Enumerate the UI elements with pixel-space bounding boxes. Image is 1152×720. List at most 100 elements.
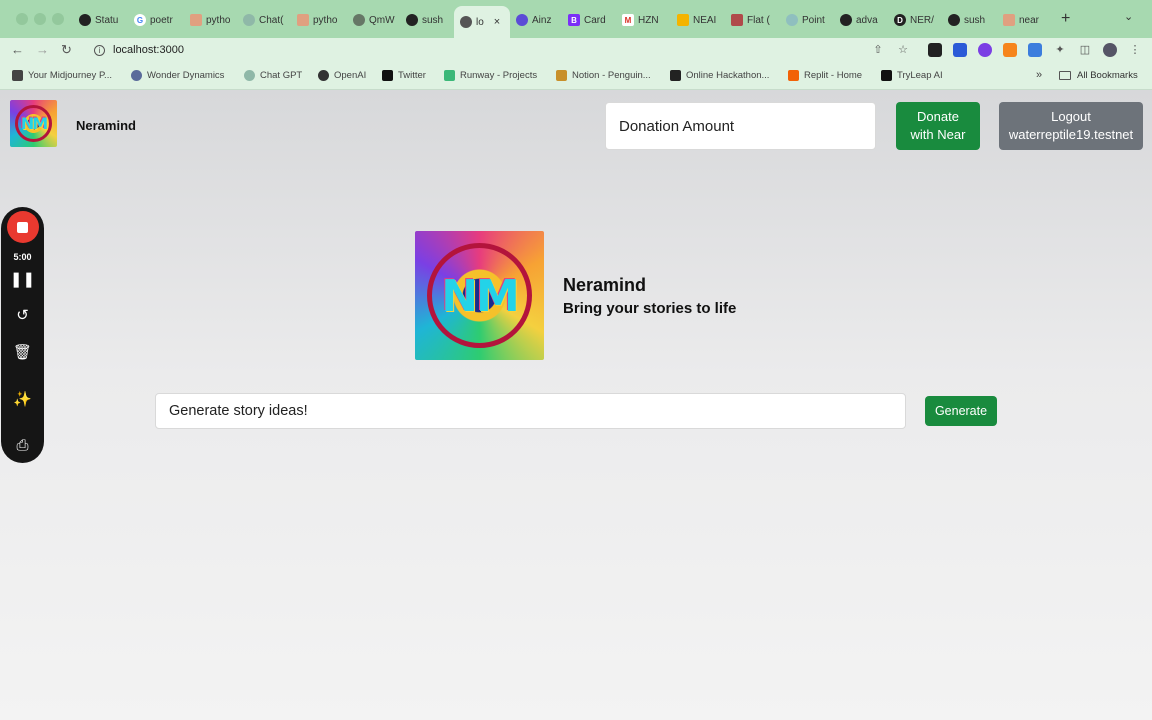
browser-tab[interactable]: adva (840, 8, 886, 32)
bookmark-favicon-icon (131, 70, 142, 81)
share-icon[interactable]: ⇧ (871, 43, 885, 57)
bookmark-favicon-icon (244, 70, 255, 81)
logo-monogram: NM (441, 271, 520, 322)
logout-button[interactable]: Logout waterreptile19.testnet (999, 102, 1143, 150)
window-minimize-control[interactable] (34, 13, 46, 25)
bookmark-item[interactable]: Wonder Dynamics (131, 70, 224, 81)
all-bookmarks-label: All Bookmarks (1077, 70, 1138, 81)
note-icon (677, 14, 689, 26)
hero-logo-image: NM (415, 231, 544, 360)
bookmark-label: Notion - Penguin... (572, 70, 651, 81)
tab-label: sush (422, 14, 444, 26)
donate-label-line1: Donate (917, 109, 959, 124)
app-page: NM Neramind Donate with Near Logout wate… (0, 90, 1152, 720)
trash-icon[interactable]: 🗑 (1, 344, 44, 362)
screen-recorder-toolbar: 5:00 ❚❚ ↺ 🗑 ✨ ⎙ (1, 207, 44, 463)
tab-search-chevron-icon[interactable]: ⌄ (1124, 10, 1133, 23)
browser-tab[interactable]: D NER/ (894, 8, 940, 32)
github-icon (79, 14, 91, 26)
window-close-control[interactable] (16, 13, 28, 25)
browser-tab[interactable]: sush (948, 8, 994, 32)
neramind-logo[interactable]: NM (10, 100, 57, 147)
browser-tab[interactable]: Flat ( (731, 8, 775, 32)
bookmark-item[interactable]: Replit - Home (788, 70, 862, 81)
donate-with-near-button[interactable]: Donate with Near (896, 102, 980, 150)
brand-name[interactable]: Neramind (76, 118, 136, 133)
chatgpt-icon (243, 14, 255, 26)
github-icon (840, 14, 852, 26)
more-bookmarks-chevron-icon[interactable]: » (1036, 69, 1042, 81)
browser-tab[interactable]: Point (786, 8, 830, 32)
forward-arrow-icon[interactable]: → (36, 42, 49, 57)
bookmark-item[interactable]: Online Hackathon... (670, 70, 769, 81)
recording-timer: 5:00 (13, 252, 32, 262)
browser-tab[interactable]: G poetr (134, 8, 180, 32)
browser-tab[interactable]: Statu (79, 8, 125, 32)
new-tab-button[interactable]: + (1061, 10, 1070, 28)
tab-label: NEAI (693, 14, 717, 26)
bookmark-item[interactable]: TryLeap AI (881, 70, 943, 81)
metamask-icon[interactable] (1003, 43, 1017, 57)
bookmark-favicon-icon (788, 70, 799, 81)
browser-tab[interactable]: M HZN (622, 8, 666, 32)
all-bookmarks-button[interactable]: All Bookmarks (1059, 70, 1138, 81)
bookmark-star-icon[interactable]: ☆ (896, 43, 910, 57)
close-tab-icon[interactable]: × (494, 16, 500, 28)
bookmark-label: Wonder Dynamics (147, 70, 225, 81)
tab-label: HZN (638, 14, 659, 26)
browser-tab-strip: Statu G poetr pytho Chat( pytho QmW sush… (0, 0, 1152, 38)
reload-icon[interactable]: ↻ (61, 42, 72, 58)
extensions-puzzle-icon[interactable]: ✦ (1053, 43, 1067, 57)
page-icon (190, 14, 202, 26)
bookmark-item[interactable]: Runway - Projects (444, 70, 537, 81)
browser-tab[interactable]: NEAI (677, 8, 721, 32)
bookmark-label: OpenAI (334, 70, 367, 81)
page-icon (1003, 14, 1015, 26)
pause-icon[interactable]: ❚❚ (1, 271, 44, 289)
draw-effects-icon[interactable]: ✨ (1, 391, 44, 409)
github-icon (948, 14, 960, 26)
browser-menu-icon[interactable]: ⋮ (1128, 43, 1142, 57)
bookmark-favicon-icon (444, 70, 455, 81)
extension-blue-icon[interactable] (953, 43, 967, 57)
back-arrow-icon[interactable]: ← (11, 42, 24, 57)
folder-icon (1059, 71, 1071, 80)
story-prompt-input[interactable] (155, 393, 906, 429)
window-zoom-control[interactable] (52, 13, 64, 25)
browser-tab[interactable]: sush (406, 8, 452, 32)
browser-tab[interactable]: B Card (568, 8, 612, 32)
address-bar[interactable]: i localhost:3000 (84, 40, 914, 60)
site-info-icon[interactable]: i (94, 44, 105, 56)
bookmark-item[interactable]: Chat GPT (244, 70, 302, 81)
gmail-icon: M (622, 14, 634, 26)
record-stop-icon (6, 211, 39, 243)
tab-label: QmW (369, 14, 395, 26)
browser-tab[interactable]: QmW (353, 8, 397, 32)
hero-subtitle: Bring your stories to life (563, 300, 737, 317)
donation-amount-input[interactable] (605, 102, 876, 150)
stop-recording-button[interactable] (1, 211, 44, 245)
side-panel-icon[interactable]: ◫ (1078, 43, 1092, 57)
bookmark-item[interactable]: Notion - Penguin... (556, 70, 651, 81)
bookmark-item[interactable]: Your Midjourney P... (12, 70, 112, 81)
browser-tab[interactable]: Ainz (516, 8, 560, 32)
globe-icon (460, 16, 472, 28)
extension-purple-icon[interactable] (978, 43, 992, 57)
extension-k-icon[interactable] (1028, 43, 1042, 57)
browser-tab[interactable]: pytho (297, 8, 341, 32)
generate-button[interactable]: Generate (925, 396, 997, 426)
tab-label: poetr (150, 14, 173, 26)
browser-tab[interactable]: Chat( (243, 8, 287, 32)
extension-dark-icon[interactable] (928, 43, 942, 57)
bookmark-favicon-icon (670, 70, 681, 81)
browser-tab-active[interactable]: lo × (454, 6, 510, 38)
bookmarks-bar: Your Midjourney P... Wonder Dynamics Cha… (0, 62, 1152, 90)
restart-icon[interactable]: ↺ (1, 307, 44, 325)
bookmark-item[interactable]: OpenAI (318, 70, 366, 81)
profile-avatar-icon[interactable] (1103, 43, 1117, 57)
account-id: waterreptile19.testnet (1008, 127, 1134, 142)
bookmark-item[interactable]: Twitter (382, 70, 426, 81)
camera-icon[interactable]: ⎙ (1, 437, 44, 455)
browser-tab[interactable]: pytho (190, 8, 234, 32)
browser-tab[interactable]: near (1003, 8, 1047, 32)
